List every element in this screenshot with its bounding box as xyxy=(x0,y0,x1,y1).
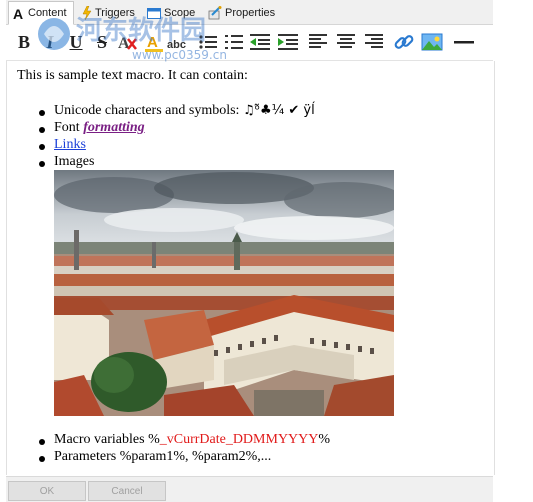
formatting-toolbar: B I U S A A abc xyxy=(6,25,493,61)
city-photo xyxy=(54,170,394,416)
unicode-symbols: ♫ᵒ̃♣¼ ✔ ÿĺ xyxy=(242,103,315,118)
indent-icon xyxy=(278,34,298,50)
bullet-dot xyxy=(39,110,45,116)
sample-link[interactable]: Links xyxy=(54,137,86,152)
link-icon xyxy=(394,35,414,49)
list-item-macro-vars: Macro variables %_vCurrDate_DDMMYYYY% xyxy=(54,432,330,448)
strikethrough-icon: S xyxy=(96,31,107,52)
font-label: Font xyxy=(54,120,84,135)
underline-button[interactable]: U xyxy=(64,30,88,54)
bullet-dot xyxy=(39,144,45,150)
macro-variable: _vCurrDate_DDMMYYYY xyxy=(159,432,319,447)
numbered-list-button[interactable] xyxy=(222,30,246,54)
align-right-button[interactable] xyxy=(362,30,386,54)
numbered-list-icon xyxy=(225,35,243,49)
svg-text:A: A xyxy=(147,34,158,51)
font-A-icon: A xyxy=(13,7,25,20)
cancel-button[interactable]: Cancel xyxy=(88,481,166,501)
remove-format-button[interactable]: A xyxy=(116,30,140,54)
outdent-icon xyxy=(250,34,270,50)
align-left-icon xyxy=(309,34,327,48)
tab-content-label: Content xyxy=(28,7,67,19)
ok-button[interactable]: OK xyxy=(8,481,86,501)
lightning-icon xyxy=(82,6,92,20)
font-size-icon: abc xyxy=(167,39,186,51)
images-label: Images xyxy=(54,154,95,169)
insert-link-button[interactable] xyxy=(392,30,416,54)
list-item-font: Font formatting xyxy=(54,120,145,136)
tab-bar: A Content Triggers Scope Properties xyxy=(6,0,493,25)
horizontal-rule-icon xyxy=(454,41,474,44)
italic-icon: I xyxy=(46,31,54,52)
image-icon xyxy=(421,33,443,51)
bullet-list-icon xyxy=(199,35,217,49)
remove-format-icon: A xyxy=(118,35,137,52)
scope-icon xyxy=(147,7,161,19)
list-item-links: Links xyxy=(54,137,86,153)
macro-suffix: % xyxy=(318,432,331,447)
formatted-text: formatting xyxy=(83,120,145,135)
align-center-icon xyxy=(337,34,355,48)
dialog-footer: OK Cancel xyxy=(6,476,493,502)
indent-button[interactable] xyxy=(276,30,300,54)
svg-text:A: A xyxy=(13,7,23,20)
tab-scope-label: Scope xyxy=(164,7,196,19)
bullet-dot xyxy=(39,456,45,462)
italic-button[interactable]: I xyxy=(38,30,62,54)
svg-text:A: A xyxy=(118,35,130,52)
bullet-dot xyxy=(39,439,45,445)
tab-scope[interactable]: Scope xyxy=(143,2,203,24)
bullet-list-button[interactable] xyxy=(196,30,220,54)
outdent-button[interactable] xyxy=(248,30,272,54)
underline-icon: U xyxy=(69,31,83,52)
list-item-parameters: Parameters %param1%, %param2%,... xyxy=(54,449,271,465)
macro-prefix: Macro variables % xyxy=(54,432,160,447)
svg-text:abc: abc xyxy=(167,39,186,51)
font-color-button[interactable]: A xyxy=(142,30,166,54)
bold-button[interactable]: B xyxy=(12,30,36,54)
tab-triggers-label: Triggers xyxy=(95,7,135,19)
tab-content[interactable]: A Content xyxy=(8,1,74,25)
align-left-button[interactable] xyxy=(306,30,330,54)
strikethrough-button[interactable]: S xyxy=(90,30,114,54)
tab-properties[interactable]: Properties xyxy=(204,2,276,24)
list-item-images: Images xyxy=(54,154,94,170)
macro-editor-window: A Content Triggers Scope Properties B I … xyxy=(0,0,533,502)
properties-icon xyxy=(208,6,222,20)
bullet-dot xyxy=(39,127,45,133)
parameters-text: Parameters %param1%, %param2%,... xyxy=(54,449,272,464)
font-color-icon: A xyxy=(145,34,163,52)
tab-properties-label: Properties xyxy=(225,7,276,19)
insert-image-button[interactable] xyxy=(420,30,444,54)
bullet-dot xyxy=(39,161,45,167)
tab-triggers[interactable]: Triggers xyxy=(78,2,140,24)
align-right-icon xyxy=(365,34,383,48)
font-size-button[interactable]: abc xyxy=(166,30,192,54)
align-center-button[interactable] xyxy=(334,30,358,54)
macro-content-editor[interactable]: This is sample text macro. It can contai… xyxy=(6,61,495,475)
intro-text: This is sample text macro. It can contai… xyxy=(17,68,248,83)
unicode-label: Unicode characters and symbols: xyxy=(54,103,243,118)
horizontal-rule-button[interactable] xyxy=(452,30,476,54)
bold-icon: B xyxy=(17,31,30,52)
list-item-unicode: Unicode characters and symbols: ♫ᵒ̃♣¼ ✔ … xyxy=(54,103,315,119)
